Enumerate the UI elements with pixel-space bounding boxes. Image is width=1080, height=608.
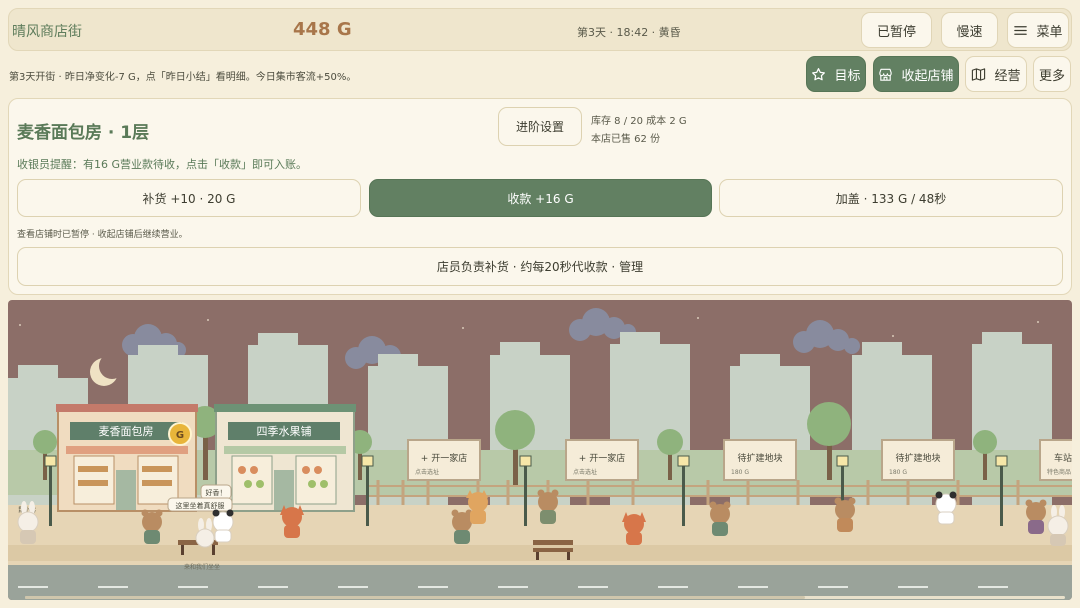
panda-npc[interactable] <box>212 509 234 543</box>
hamburger-icon <box>1014 25 1028 35</box>
bear-npc[interactable] <box>141 509 163 545</box>
pause-button-label: 已暂停 <box>876 24 916 40</box>
staff-manage-button[interactable]: 店员负责补货 · 约每20秒代收款 · 管理 <box>17 247 1063 286</box>
bear-npc[interactable] <box>834 497 856 533</box>
shop-title: 麦香面包房 · 1层 <box>17 123 150 143</box>
plot-subtitle: 180 G <box>889 469 907 476</box>
menu-button-label: 菜单 <box>1036 24 1063 40</box>
plot-title: 待扩建地块 <box>895 452 940 464</box>
expansion-plot-2[interactable]: + 开一家店 点击选址 <box>565 439 639 481</box>
stock-cost-text: 库存 8 / 20 成本 2 G <box>591 116 687 127</box>
plot-title: 待扩建地块 <box>737 452 782 464</box>
more-button[interactable]: 更多 <box>1033 56 1071 92</box>
speed-button-label: 慢速 <box>956 24 983 40</box>
scroll-progress-fill <box>25 596 805 599</box>
goal-button[interactable]: 目标 <box>806 56 866 92</box>
top-bar: 晴风商店街 448 G 第3天 · 18:42 · 黄昏 已暂停 慢速 菜单 <box>8 8 1072 51</box>
street-name: 晴风商店街 <box>12 24 82 40</box>
day-time-display: 第3天 · 18:42 · 黄昏 <box>577 26 681 39</box>
bear-npc[interactable] <box>451 509 473 545</box>
plot-subtitle: 特色商品 <box>1047 468 1071 476</box>
bear-npc[interactable] <box>537 489 559 525</box>
road <box>8 565 1072 600</box>
upgrade-button-label: 加盖 · 133 G / 48秒 <box>835 191 947 206</box>
speech-bubble-2: 这里坐着真舒服 <box>167 497 233 512</box>
menu-button[interactable]: 菜单 <box>1007 12 1069 48</box>
collect-button[interactable]: 收款 +16 G <box>369 179 712 217</box>
fruit-sign: 四季水果铺 <box>257 425 312 438</box>
pause-button[interactable]: 已暂停 <box>861 12 932 48</box>
bakery-sign: 麦香面包房 <box>99 425 154 438</box>
advanced-settings-label: 进阶设置 <box>515 120 564 134</box>
staff-manage-label: 店员负责补货 · 约每20秒代收款 · 管理 <box>436 260 644 274</box>
station-plot[interactable]: 车站 特色商品 <box>1039 439 1072 481</box>
shop-icon <box>879 68 893 81</box>
curb <box>8 545 1072 561</box>
gold-counter: 448 G <box>293 19 352 40</box>
plot-subtitle: 点击选址 <box>573 468 597 476</box>
goal-button-label: 目标 <box>834 68 861 84</box>
fruit-shop[interactable]: 四季水果铺 <box>214 404 356 512</box>
close-shop-button[interactable]: 收起店铺 <box>873 56 959 92</box>
speed-button[interactable]: 慢速 <box>941 12 998 48</box>
speech-1-text: 好香！ <box>206 488 227 497</box>
cashier-reminder: 收银员提醒：有16 G营业款待收，点击「收款」即可入账。 <box>17 158 308 171</box>
scroll-progress-track[interactable] <box>25 596 1065 599</box>
map-icon <box>972 67 986 81</box>
plot-title: 车站 <box>1054 452 1072 464</box>
bench-caption: 来和我们坐坐 <box>184 563 220 571</box>
expansion-plot-1[interactable]: + 开一家店 点击选址 <box>407 439 481 481</box>
advanced-settings-button[interactable]: 进阶设置 <box>498 107 582 146</box>
close-shop-button-label: 收起店铺 <box>901 68 954 84</box>
expansion-plot-4[interactable]: 待扩建地块 180 G <box>881 439 955 481</box>
restock-button-label: 补货 +10 · 20 G <box>142 191 236 206</box>
plot-subtitle: 点击选址 <box>415 468 439 476</box>
bakery-shop[interactable]: 麦香面包房 G <box>56 404 198 512</box>
sold-count-text: 本店已售 62 份 <box>591 134 661 145</box>
manage-button[interactable]: 经营 <box>965 56 1027 92</box>
manage-button-label: 经营 <box>994 68 1021 84</box>
pause-note: 查看店铺时已暂停 · 收起店铺后继续营业。 <box>17 230 188 240</box>
plot-subtitle: 180 G <box>731 469 749 476</box>
plot-title: + 开一家店 <box>579 452 625 464</box>
speech-2-text: 这里坐着真舒服 <box>176 501 225 510</box>
upgrade-button[interactable]: 加盖 · 133 G / 48秒 <box>719 179 1063 217</box>
more-button-label: 更多 <box>1038 68 1065 84</box>
coin-badge-label: G <box>176 430 184 441</box>
bear-npc[interactable] <box>1025 499 1047 535</box>
panda-npc[interactable] <box>935 491 957 525</box>
restock-button[interactable]: 补货 +10 · 20 G <box>17 179 361 217</box>
expansion-plot-3[interactable]: 待扩建地块 180 G <box>723 439 797 481</box>
speech-bubble-1: 好香！ <box>200 484 232 500</box>
street-scene[interactable]: 麦香面包房 G 四季水果铺 + 开一家店 点击选址 + 开一家店 点击选址 待扩… <box>8 300 1072 600</box>
star-icon <box>812 67 826 80</box>
collect-button-label: 收款 +16 G <box>507 191 574 206</box>
plot-title: + 开一家店 <box>421 452 467 464</box>
day-summary-text: 第3天开街 · 昨日净变化-7 G，点「昨日小结」看明细。今日集市客流+50%。 <box>9 72 357 83</box>
bear-npc[interactable] <box>709 501 731 537</box>
shop-detail-panel: 麦香面包房 · 1层 进阶设置 库存 8 / 20 成本 2 G 本店已售 62… <box>8 98 1072 295</box>
